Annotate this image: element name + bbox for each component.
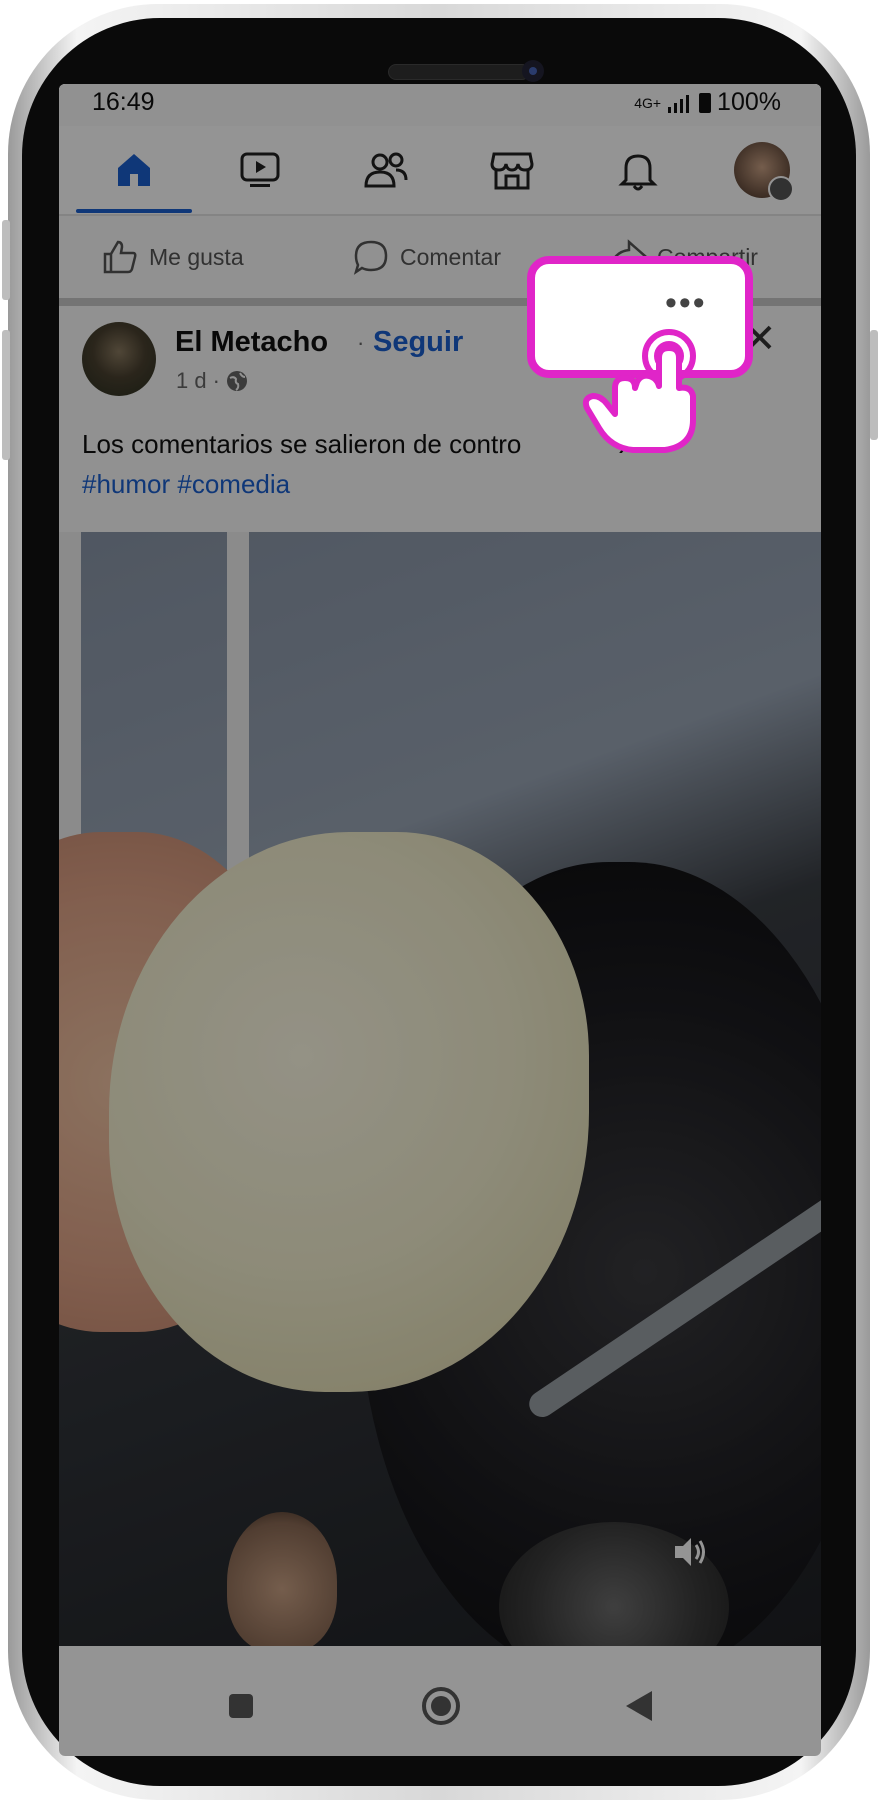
volume-down-button — [2, 330, 10, 460]
back-button[interactable] — [617, 1684, 661, 1728]
volume-up-button — [2, 220, 10, 300]
phone-screen: 16:49 4G+ 100% Me gusta Comentar El Meta… — [59, 84, 821, 1756]
square-icon — [229, 1694, 253, 1718]
triangle-back-icon — [626, 1691, 652, 1721]
earpiece — [388, 64, 530, 80]
front-camera — [522, 60, 544, 82]
circle-icon — [422, 1687, 460, 1725]
power-button — [870, 330, 878, 440]
more-options-dots: ••• — [665, 284, 707, 322]
recent-apps-button[interactable] — [219, 1684, 263, 1728]
system-nav-bar — [59, 1664, 821, 1756]
home-system-button[interactable] — [419, 1684, 463, 1728]
tap-hand-icon — [582, 329, 696, 453]
